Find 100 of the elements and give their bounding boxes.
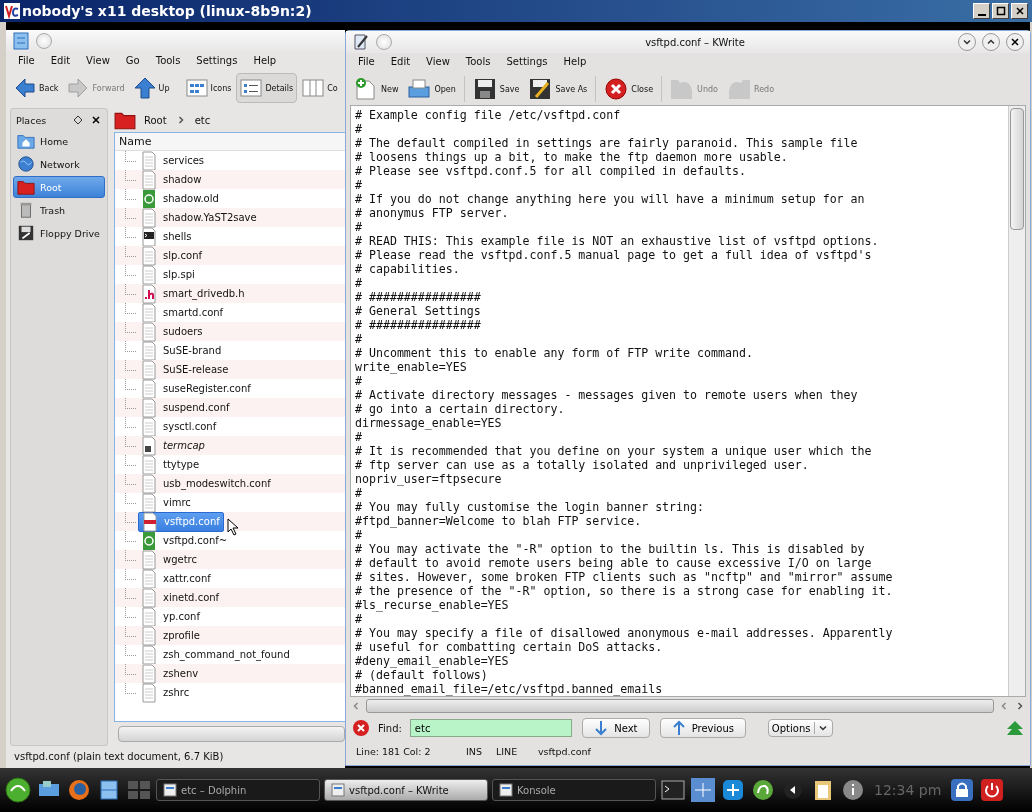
toolbar-button[interactable]: Open: [403, 74, 460, 104]
new-document-icon: [354, 77, 378, 101]
directory-entry[interactable]: zsh_command_not_found: [138, 645, 293, 664]
network-button[interactable]: [690, 777, 716, 803]
code-line: #: [355, 486, 363, 500]
code-line: #: [355, 374, 363, 388]
directory-entry[interactable]: services: [138, 151, 208, 170]
terminal-button[interactable]: [660, 777, 686, 803]
toolbar-button[interactable]: Save As: [524, 74, 592, 104]
tree-line: [125, 531, 136, 542]
menu-item[interactable]: Tools: [457, 56, 499, 70]
code-line: # If you do not change anything here you will have a minimum setup for an: [355, 192, 866, 206]
maximize-button[interactable]: [982, 33, 1000, 51]
close-icon: [90, 114, 102, 126]
lock-button[interactable]: [949, 777, 976, 803]
code-line: dirmessage_enable=YES: [355, 416, 503, 430]
directory-entry[interactable]: vimrc: [138, 493, 194, 512]
code-line: #deny_email_enable=YES: [355, 654, 510, 668]
toolbar-button[interactable]: Co: [298, 73, 342, 103]
taskbar-task[interactable]: vsftpd.conf – KWrite: [324, 779, 488, 801]
toolbar-button[interactable]: New: [350, 74, 403, 104]
up-arrow-icon: [133, 77, 156, 99]
directory-entry[interactable]: vsftpd.conf~: [138, 531, 231, 550]
places-item[interactable]: Floppy Drive: [13, 222, 105, 244]
places-item[interactable]: Home: [13, 130, 105, 152]
code-line: # READ THIS: This example file is NOT an exhaustive list of vsftpd options.: [355, 234, 880, 248]
vertical-scrollbar[interactable]: [1008, 106, 1025, 696]
tree-line: [125, 607, 136, 618]
info-button[interactable]: [840, 777, 866, 803]
menu-item[interactable]: File: [10, 55, 43, 69]
tree-line: [125, 360, 136, 371]
menu-item[interactable]: File: [350, 56, 383, 70]
next-button[interactable]: Next: [581, 718, 650, 738]
menu-item[interactable]: Tools: [147, 55, 189, 69]
menu-item[interactable]: Go: [117, 55, 148, 69]
directory-entry[interactable]: sysctl.conf: [138, 417, 220, 436]
menu-item[interactable]: Help: [245, 55, 285, 69]
app-icon: [12, 32, 30, 50]
clock: 12:34 pm: [874, 782, 942, 798]
directory-entry[interactable]: zshrc: [138, 683, 193, 702]
grid-view-icon: [185, 77, 208, 99]
menu-item[interactable]: Edit: [42, 55, 79, 69]
power-button[interactable]: [979, 777, 1006, 803]
directory-entry[interactable]: smartd.conf: [138, 303, 227, 322]
toolbar-button[interactable]: Up: [129, 73, 174, 103]
breadcrumb-item[interactable]: etc: [194, 114, 211, 126]
toolbar-button[interactable]: Icons: [181, 73, 236, 103]
app-icon: [352, 33, 370, 51]
options-button[interactable]: Options: [767, 719, 834, 737]
menu-item[interactable]: Settings: [498, 56, 556, 70]
directory-entry[interactable]: xattr.conf: [138, 569, 214, 588]
menu-item[interactable]: Settings: [188, 55, 246, 69]
directory-entry[interactable]: shadow.old: [138, 189, 222, 208]
directory-entry[interactable]: ttytype: [138, 455, 203, 474]
cursor-position: Line: 181 Col: 2: [356, 745, 432, 757]
taskbar-task[interactable]: etc – Dolphin: [156, 779, 320, 801]
remote-support-button[interactable]: [720, 777, 746, 803]
text-file-icon: [141, 416, 157, 437]
power-icon: [980, 778, 1005, 802]
directory-entry[interactable]: shells: [138, 227, 195, 246]
breadcrumb-item[interactable]: Root: [144, 114, 167, 126]
horizontal-scrollbar[interactable]: [118, 726, 345, 742]
code-line: # The default compiled in settings are fairly paranoid. This sample file: [355, 136, 859, 150]
minimize-button[interactable]: [958, 33, 976, 51]
code-line: #: [355, 220, 363, 234]
text-file-icon: [141, 340, 157, 361]
column-header[interactable]: Name: [115, 133, 345, 151]
text-file-icon: [141, 549, 157, 570]
close-button[interactable]: [90, 114, 102, 126]
previous-button[interactable]: Previous: [659, 718, 746, 738]
window-icon: [331, 783, 345, 797]
code-line: write_enable=YES: [355, 360, 468, 374]
close-button[interactable]: [1006, 33, 1024, 51]
toolbar-button[interactable]: Close: [600, 74, 658, 104]
tree-line: [125, 189, 136, 200]
selection-mode: LINE: [496, 745, 519, 757]
horizontal-scrollbar[interactable]: [366, 699, 994, 713]
directory-entry[interactable]: yp.conf: [138, 607, 203, 626]
directory-entry[interactable]: suseRegister.conf: [138, 379, 254, 398]
taskbar-task[interactable]: Konsole: [492, 779, 656, 801]
places-item[interactable]: Trash: [13, 199, 105, 221]
text-file-icon: [141, 245, 157, 266]
menu-item[interactable]: View: [78, 55, 118, 69]
tree-line: [125, 151, 136, 162]
menu-item[interactable]: View: [418, 56, 458, 70]
menu-item[interactable]: Help: [555, 56, 595, 70]
menu-item[interactable]: Edit: [382, 56, 419, 70]
browser-button[interactable]: [66, 777, 92, 803]
directory-entry[interactable]: slp.spi: [138, 265, 198, 284]
toolbar-button[interactable]: Save: [468, 74, 524, 104]
toolbar-button[interactable]: Details: [236, 73, 298, 103]
settings-button[interactable]: [72, 114, 84, 126]
text-file-icon: [141, 302, 157, 323]
text-file-icon: [141, 169, 157, 190]
lock-icon: [950, 778, 975, 802]
places-item[interactable]: Network: [13, 153, 105, 175]
directory-entry[interactable]: SuSE-brand: [138, 341, 225, 360]
find-field[interactable]: etc: [409, 719, 572, 737]
code-line: # You may specify a file of disallowed anonymous e-mail addresses. Apparently: [355, 626, 894, 640]
toolbar-button[interactable]: Back: [10, 73, 63, 103]
